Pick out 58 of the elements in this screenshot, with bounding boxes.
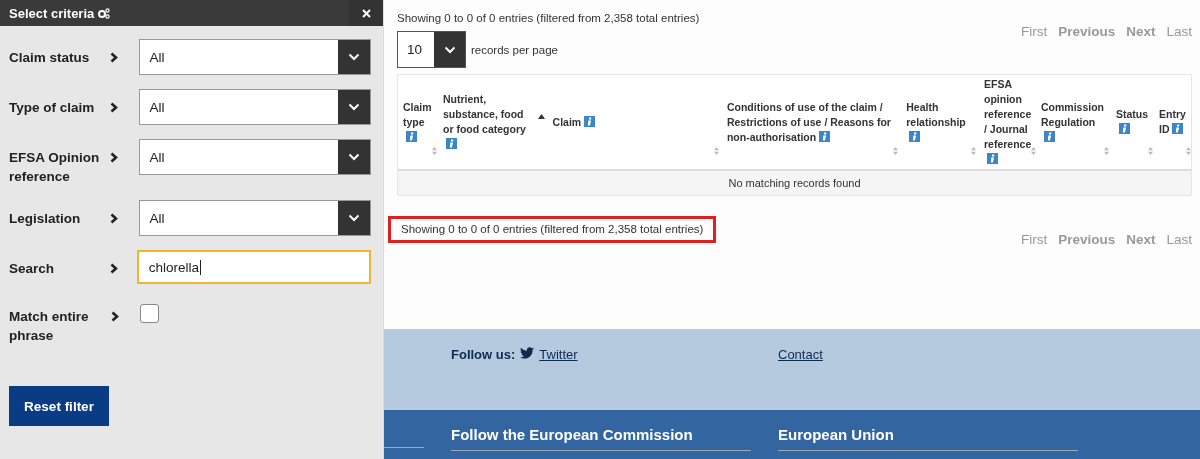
checkbox[interactable] (140, 304, 159, 323)
bird-icon (520, 347, 535, 359)
empty-message: No matching records found (398, 171, 1191, 195)
close-button[interactable] (349, 0, 383, 26)
info-icon[interactable] (987, 153, 998, 164)
panel-title: Select criteria (9, 5, 95, 21)
chevron-icon (109, 263, 118, 274)
follow-label: Follow us: (451, 347, 516, 362)
column-header[interactable]: Claim type (398, 75, 438, 169)
caret-icon (348, 214, 360, 222)
filter-label: EFSA Opinion reference (9, 149, 101, 186)
filter-label: Legislation (9, 210, 82, 228)
column-header[interactable]: Entry ID (1154, 75, 1191, 169)
info-icon[interactable] (1119, 123, 1130, 134)
filter-label: Match entire phrase (9, 308, 90, 345)
chevron-icon (110, 152, 119, 163)
caret-icon (348, 153, 360, 161)
footer-heading: Follow the European Commission (451, 426, 751, 451)
column-header[interactable]: Nutrient, substance, food or food category (438, 75, 548, 169)
column-header[interactable]: Health relationship (901, 75, 979, 169)
search-field[interactable]: chlorella (136, 250, 371, 284)
dropdown[interactable]: All (139, 139, 371, 175)
info-icon[interactable] (1044, 130, 1055, 142)
entries-info: Showing 0 to 0 of 0 entries (filtered from 2,358 total entries) (388, 216, 717, 243)
filter-label: Claim status (9, 49, 91, 67)
sort-ascending-icon[interactable] (537, 113, 545, 119)
info-icon[interactable] (584, 115, 596, 127)
dropdown[interactable]: All (139, 39, 371, 75)
column-header[interactable]: EFSA opinion reference / Journal reference (979, 75, 1036, 169)
contact-link[interactable]: Contact (778, 347, 823, 362)
close-icon (361, 8, 371, 18)
info-icon[interactable] (1172, 123, 1184, 134)
column-header[interactable]: Status (1111, 75, 1154, 169)
column-header[interactable]: Claim (547, 75, 722, 169)
page-size-dropdown[interactable]: 10 (397, 31, 466, 68)
entries-info: Showing 0 to 0 of 0 entries (filtered from 2,358 total entries) (397, 12, 700, 24)
chevron-icon (110, 52, 119, 63)
chevron-icon (110, 213, 119, 224)
caret-icon (348, 53, 360, 61)
info-icon[interactable] (446, 138, 457, 149)
column-header[interactable]: Conditions of use of the claim / Restrictions of use / Reasons for non-authorisation (721, 75, 902, 169)
dropdown[interactable]: All (139, 200, 371, 236)
column-header[interactable]: Commission Regulation (1036, 75, 1111, 169)
footer-heading: European Union (778, 426, 1078, 451)
gears-icon (98, 7, 111, 19)
info-icon[interactable] (406, 130, 417, 142)
filter-label: Type of claim (9, 99, 96, 117)
twitter-link[interactable]: Twitter (539, 347, 578, 362)
dropdown[interactable]: All (139, 89, 371, 125)
caret-icon (348, 103, 360, 111)
info-icon[interactable] (819, 130, 831, 142)
caret-icon (443, 45, 456, 54)
reset-button[interactable]: Reset filter (9, 386, 109, 426)
chevron-icon (111, 311, 119, 322)
page-size-label: records per page (471, 43, 558, 56)
chevron-icon (110, 102, 119, 113)
filter-label: Search (9, 260, 56, 278)
info-icon[interactable] (909, 130, 921, 142)
